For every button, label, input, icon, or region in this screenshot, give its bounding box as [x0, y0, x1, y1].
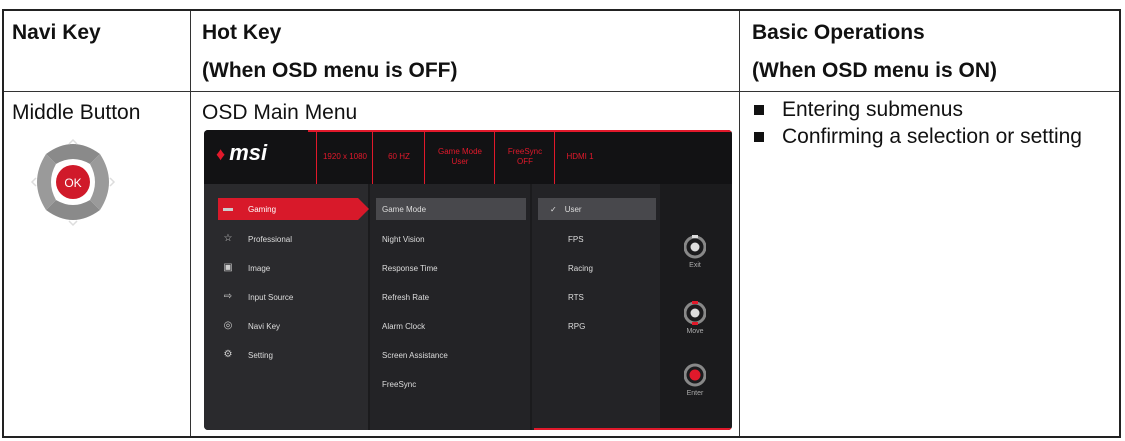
- status-resolution: 1920 x 1080: [316, 130, 373, 184]
- submenu-screen-assistance[interactable]: Screen Assistance: [376, 344, 526, 366]
- status-game-mode: Game Mode User: [424, 130, 495, 184]
- hot-key-name: OSD Main Menu: [202, 101, 358, 124]
- header-divider: [4, 91, 1119, 92]
- input-source-icon: ⇨: [223, 291, 233, 302]
- option-racing[interactable]: Racing: [538, 257, 656, 279]
- navi-key-name: Middle Button: [12, 101, 141, 124]
- status-input: HDMI 1: [554, 130, 605, 184]
- submenu-game-mode[interactable]: Game Mode: [376, 198, 526, 220]
- submenu-alarm-clock[interactable]: Alarm Clock: [376, 315, 526, 337]
- control-enter: Enter: [678, 362, 712, 397]
- menu-item-navi-key[interactable]: ◎ Navi Key: [218, 315, 358, 337]
- msi-logo: ♦ msi: [216, 140, 268, 165]
- submenu-refresh-rate[interactable]: Refresh Rate: [376, 286, 526, 308]
- osd-main-menu-screenshot: ♦ msi 1920 x 1080 60 HZ Game Mode User Fre…: [204, 130, 732, 430]
- status-freesync: FreeSync OFF: [494, 130, 555, 184]
- option-rts[interactable]: RTS: [538, 286, 656, 308]
- header-hot-key-condition: (When OSD menu is OFF): [202, 59, 458, 82]
- operation-item: Confirming a selection or setting: [750, 123, 1110, 150]
- status-refresh: 60 HZ: [372, 130, 425, 184]
- navi-key-icon: OK: [30, 138, 116, 227]
- submenu-response-time[interactable]: Response Time: [376, 257, 526, 279]
- ok-label: OK: [64, 176, 81, 190]
- gear-icon: ⚙: [223, 349, 233, 360]
- operations-list: Entering submenus Confirming a selection…: [750, 96, 1110, 150]
- menu-item-gaming[interactable]: ▬ Gaming: [218, 198, 369, 220]
- accent-line: [308, 130, 732, 132]
- option-fps[interactable]: FPS: [538, 228, 656, 250]
- column-divider: [190, 11, 191, 436]
- header-basic-operations: Basic Operations: [752, 21, 925, 44]
- msi-dragon-icon: ♦: [216, 144, 226, 164]
- control-exit: Exit: [678, 234, 712, 269]
- accent-line: [534, 428, 732, 430]
- operation-item: Entering submenus: [750, 96, 1110, 123]
- osd-status-bar: ♦ msi 1920 x 1080 60 HZ Game Mode User Fre…: [204, 130, 732, 184]
- option-user[interactable]: ✓ User: [538, 198, 656, 220]
- submenu-freesync[interactable]: FreeSync: [376, 373, 526, 395]
- column-divider: [739, 11, 740, 436]
- image-icon: ▣: [223, 262, 233, 273]
- control-move: Move: [678, 300, 712, 335]
- header-hot-key: Hot Key: [202, 21, 282, 44]
- gamepad-icon: ▬: [223, 203, 233, 214]
- header-operations-condition: (When OSD menu is ON): [752, 59, 998, 82]
- navi-key-icon: ◎: [223, 320, 233, 331]
- star-icon: ☆: [223, 233, 233, 244]
- joystick-icon: [683, 235, 707, 259]
- header-navi-key: Navi Key: [12, 21, 101, 44]
- menu-item-setting[interactable]: ⚙ Setting: [218, 344, 358, 366]
- menu-item-input-source[interactable]: ⇨ Input Source: [218, 286, 358, 308]
- option-rpg[interactable]: RPG: [538, 315, 656, 337]
- menu-item-professional[interactable]: ☆ Professional: [218, 228, 358, 250]
- joystick-icon: [683, 301, 707, 325]
- check-icon: ✓: [550, 204, 557, 214]
- menu-item-image[interactable]: ▣ Image: [218, 257, 358, 279]
- joystick-icon: [683, 363, 707, 387]
- submenu-night-vision[interactable]: Night Vision: [376, 228, 526, 250]
